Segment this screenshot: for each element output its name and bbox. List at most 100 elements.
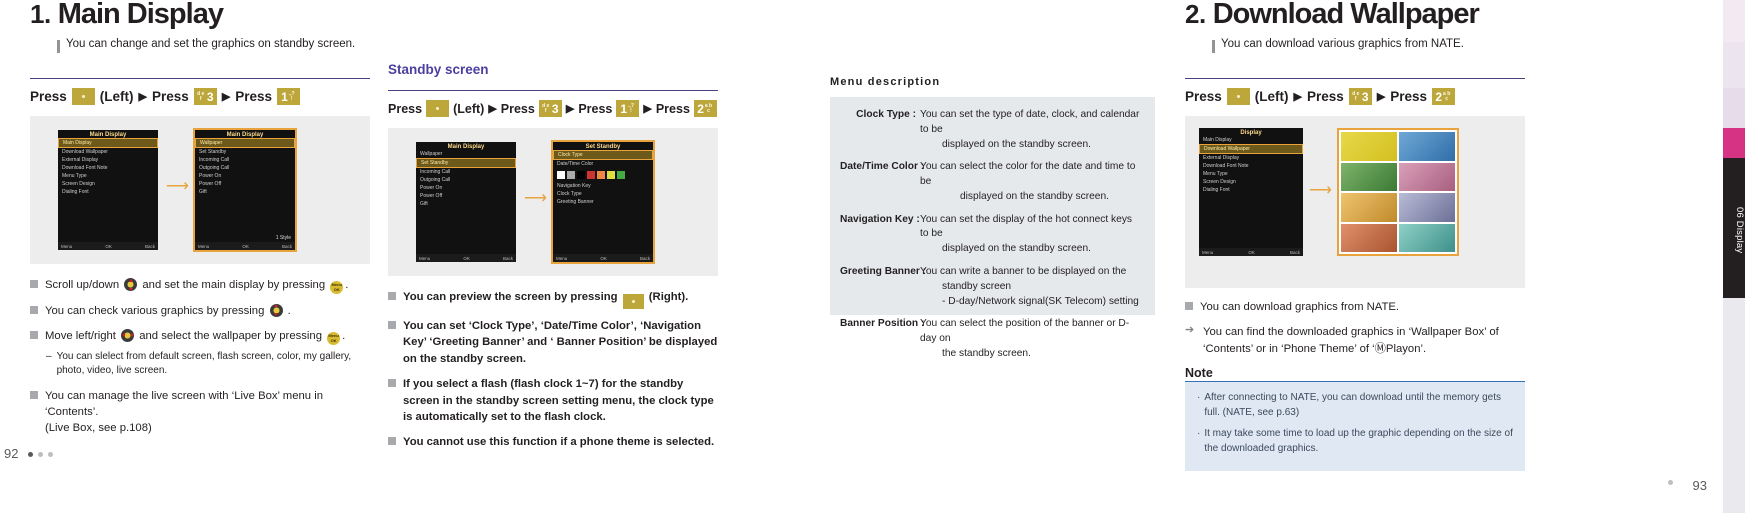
edge-segment-2 <box>1723 42 1745 88</box>
menu-term: Navigation Key : <box>840 213 920 225</box>
menu-description-box: Clock Type : You can set the type of dat… <box>830 97 1155 359</box>
note-bullet-icon: · <box>1197 428 1201 440</box>
softkey-right: Back <box>639 255 650 261</box>
press-label: Press <box>30 89 67 104</box>
phone-menu-row: Download Wallpaper <box>1199 144 1303 154</box>
key-1[interactable]: 1.,?! <box>616 100 640 117</box>
menu-term: Banner Position : <box>840 318 925 330</box>
phone-menu-row: Set Standby <box>199 149 227 155</box>
key-dot[interactable] <box>426 100 450 117</box>
section2-title: Download Wallpaper <box>1212 0 1480 30</box>
bullet-text: You can check various graphics by pressi… <box>45 303 291 317</box>
menu-definition: You can set the display of the hot conne… <box>920 213 1141 257</box>
menu-definition-line: displayed on the standby screen. <box>960 190 1109 202</box>
page-dot <box>28 452 33 457</box>
note-item: · It may take some time to load up the g… <box>1197 426 1515 456</box>
press-label: Press <box>152 89 189 104</box>
section1-title: Main Display <box>57 0 224 30</box>
phone-screenshot-after: Main Display Wallpaper Set Standby Incom… <box>193 128 297 252</box>
note-text: After connecting to NATE, you can downlo… <box>1204 392 1501 419</box>
section2-subtitle: You can download various graphics from N… <box>1221 38 1464 50</box>
phone-softkey-bar: Menu OK Back <box>1199 248 1303 256</box>
phone-menu-row: Outgoing Call <box>199 165 230 171</box>
page-dot-right <box>1668 480 1673 485</box>
navigation-key-vertical-icon <box>269 303 283 317</box>
menu-description-heading: Menu description <box>830 76 941 88</box>
note-bullet-icon: · <box>1197 392 1201 404</box>
bullet-item: You can preview the screen by pressing (… <box>388 289 718 309</box>
left-label: (Left) <box>99 89 134 104</box>
color-swatch <box>557 171 565 179</box>
key-1[interactable]: 1.,?! <box>277 88 301 105</box>
bullet-square-icon <box>388 437 396 446</box>
softkey-right: Back <box>281 243 292 249</box>
phone-menu-row: External Display <box>62 157 99 163</box>
ok-key-icon: Menu OK <box>327 331 341 345</box>
phone-menu-row: Date/Time Color <box>557 161 594 167</box>
bullet-text: You can manage the live screen with ‘Liv… <box>45 389 323 435</box>
phone-screen-title: Main Display <box>89 132 127 138</box>
menu-definition-line: standby screen <box>942 280 1012 292</box>
color-swatch <box>617 171 625 179</box>
phone-screen-title: Display <box>1240 130 1262 136</box>
key-2[interactable]: 2a bc <box>1432 88 1456 105</box>
bullet-text: You can download graphics from NATE. <box>1200 301 1400 313</box>
chapter-tab-label: 06 Display <box>1734 206 1745 254</box>
left-label: (Left) <box>453 101 485 116</box>
bullet-text: You can preview the screen by pressing (… <box>403 289 688 309</box>
key-dot[interactable] <box>71 88 95 105</box>
manual-page-spread: 06 Display 92 93 1. Main Display You can… <box>0 0 1745 513</box>
menu-definition: You can write a banner to be displayed o… <box>920 265 1141 309</box>
key-3[interactable]: d ef3 <box>1348 88 1372 105</box>
softkey-center: OK <box>1248 249 1255 255</box>
press-label: Press <box>1185 89 1222 104</box>
bullet-item: Scroll up/down and set the main display … <box>30 277 370 294</box>
dash-icon: – <box>46 350 52 362</box>
key-3[interactable]: d ef3 <box>538 100 562 117</box>
arrow-icon: ▶ <box>1376 91 1386 103</box>
color-swatch <box>587 171 595 179</box>
edge-segment-1 <box>1723 0 1745 42</box>
menu-definition: You can select the position of the banne… <box>920 317 1141 361</box>
note-box: · After connecting to NATE, you can down… <box>1185 382 1525 472</box>
menu-description-row: Greeting Banner : You can write a banner… <box>840 265 1141 309</box>
bullet-square-icon <box>30 280 38 288</box>
phone-menu-row: Gift <box>199 189 207 195</box>
phone-screen-title: Main Display <box>226 132 264 138</box>
menu-term: Date/Time Color : <box>840 161 925 173</box>
phone-menu-row: Wallpaper <box>195 138 295 148</box>
edge-segment-3 <box>1723 88 1745 128</box>
softkey-center: OK <box>105 243 112 249</box>
phone-style-label: 1 Style <box>275 235 291 241</box>
bullet-item: You cannot use this function if a phone … <box>388 434 718 450</box>
arrow-icon: ▶ <box>221 91 231 103</box>
standby-bullets: You can preview the screen by pressing (… <box>388 289 718 451</box>
page-number-left: 92 <box>4 446 19 461</box>
arrow-icon: ▶ <box>643 103 652 115</box>
bullet-square-icon <box>388 321 396 329</box>
note-text: It may take some time to load up the gra… <box>1204 428 1513 455</box>
bullet-square-icon <box>30 305 38 314</box>
key-dot[interactable] <box>1226 88 1250 105</box>
softkey-left: Menu <box>61 243 73 249</box>
color-swatch-row <box>553 168 653 182</box>
key-3[interactable]: d ef3 <box>193 88 217 105</box>
wallpaper-thumb <box>1341 193 1397 222</box>
phone-menu-row: Power On <box>420 185 443 191</box>
edge-segment-bottom <box>1723 298 1745 513</box>
arrow-icon: ▶ <box>1293 91 1303 103</box>
phone-menu-row: Set Standby <box>416 158 516 168</box>
phone-menu-row: Navigation Key <box>557 183 591 189</box>
phone-menu-row: Download Wallpaper <box>62 149 108 155</box>
press-label: Press <box>655 101 690 116</box>
navigation-key-vertical-icon <box>124 278 138 291</box>
bullet-text: You can find the downloaded graphics in … <box>1203 326 1499 355</box>
key-2[interactable]: 2a bc <box>693 100 717 117</box>
color-swatch <box>597 171 605 179</box>
bullet-square-icon <box>30 330 38 339</box>
phone-menu-row: Clock Type <box>557 191 582 197</box>
press-label: Press <box>388 101 423 116</box>
phone-menu-row: External Display <box>1203 155 1240 161</box>
phone-menu-row: Menu Type <box>62 173 87 179</box>
flow-arrow-icon: ⟶ <box>524 190 547 207</box>
